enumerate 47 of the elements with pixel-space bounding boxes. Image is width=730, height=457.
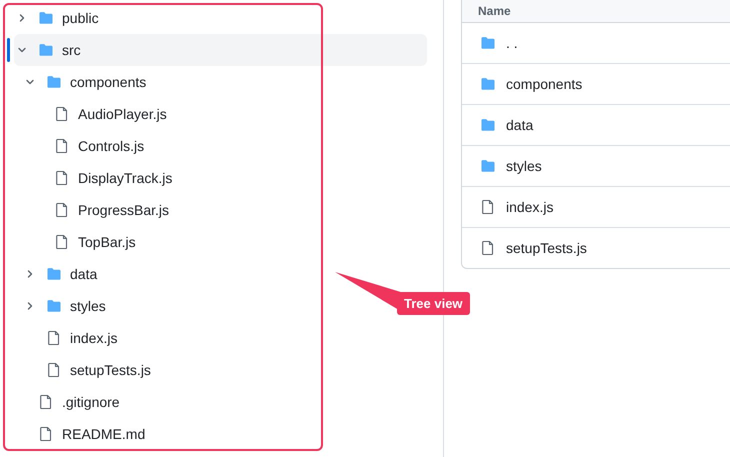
file-link[interactable]: setupTests.js bbox=[506, 240, 587, 256]
file-icon bbox=[54, 106, 70, 122]
tree-item[interactable]: Controls.js bbox=[14, 130, 152, 162]
chevron-icon bbox=[26, 78, 34, 86]
file-link[interactable]: index.js bbox=[506, 199, 554, 215]
folder-icon bbox=[480, 117, 496, 133]
file-icon bbox=[38, 426, 54, 442]
chevron-icon bbox=[26, 302, 34, 310]
file-icon bbox=[480, 240, 496, 256]
folder-icon bbox=[480, 158, 496, 174]
tree-item[interactable]: setupTests.js bbox=[14, 354, 159, 386]
folder-icon bbox=[480, 35, 496, 51]
file-icon bbox=[54, 202, 70, 218]
file-icon bbox=[480, 199, 496, 215]
file-link[interactable]: styles bbox=[506, 158, 542, 174]
tree-item[interactable]: index.js bbox=[14, 322, 126, 354]
file-icon bbox=[46, 330, 62, 346]
tree-item[interactable]: README.md bbox=[14, 418, 154, 450]
file-link[interactable]: . . bbox=[506, 35, 518, 51]
file-link[interactable]: components bbox=[506, 76, 582, 92]
file-link[interactable]: data bbox=[506, 117, 534, 133]
folder-icon bbox=[38, 42, 54, 58]
tree-item[interactable]: components bbox=[14, 66, 154, 98]
tree-item[interactable]: public bbox=[14, 2, 107, 34]
callout-label: Tree view bbox=[397, 292, 470, 315]
tree-item[interactable]: styles bbox=[14, 290, 114, 322]
folder-icon bbox=[46, 298, 62, 314]
file-icon bbox=[46, 362, 62, 378]
column-header: Name bbox=[478, 4, 511, 18]
folder-icon bbox=[480, 76, 496, 92]
chevron-icon bbox=[26, 270, 34, 278]
folder-icon bbox=[46, 266, 62, 282]
selection-indicator bbox=[7, 38, 10, 62]
folder-icon bbox=[46, 74, 62, 90]
tree-item[interactable]: DisplayTrack.js bbox=[14, 162, 180, 194]
tree-item[interactable]: .gitignore bbox=[14, 386, 128, 418]
tree-item[interactable]: data bbox=[14, 258, 106, 290]
file-icon bbox=[54, 170, 70, 186]
file-icon bbox=[38, 394, 54, 410]
chevron-icon bbox=[18, 46, 26, 54]
file-icon bbox=[54, 138, 70, 154]
tree-item[interactable]: ProgressBar.js bbox=[14, 194, 178, 226]
chevron-icon bbox=[18, 14, 26, 22]
tree-item[interactable]: TopBar.js bbox=[14, 226, 144, 258]
tree-item[interactable]: AudioPlayer.js bbox=[14, 98, 175, 130]
folder-icon bbox=[38, 10, 54, 26]
file-icon bbox=[54, 234, 70, 250]
